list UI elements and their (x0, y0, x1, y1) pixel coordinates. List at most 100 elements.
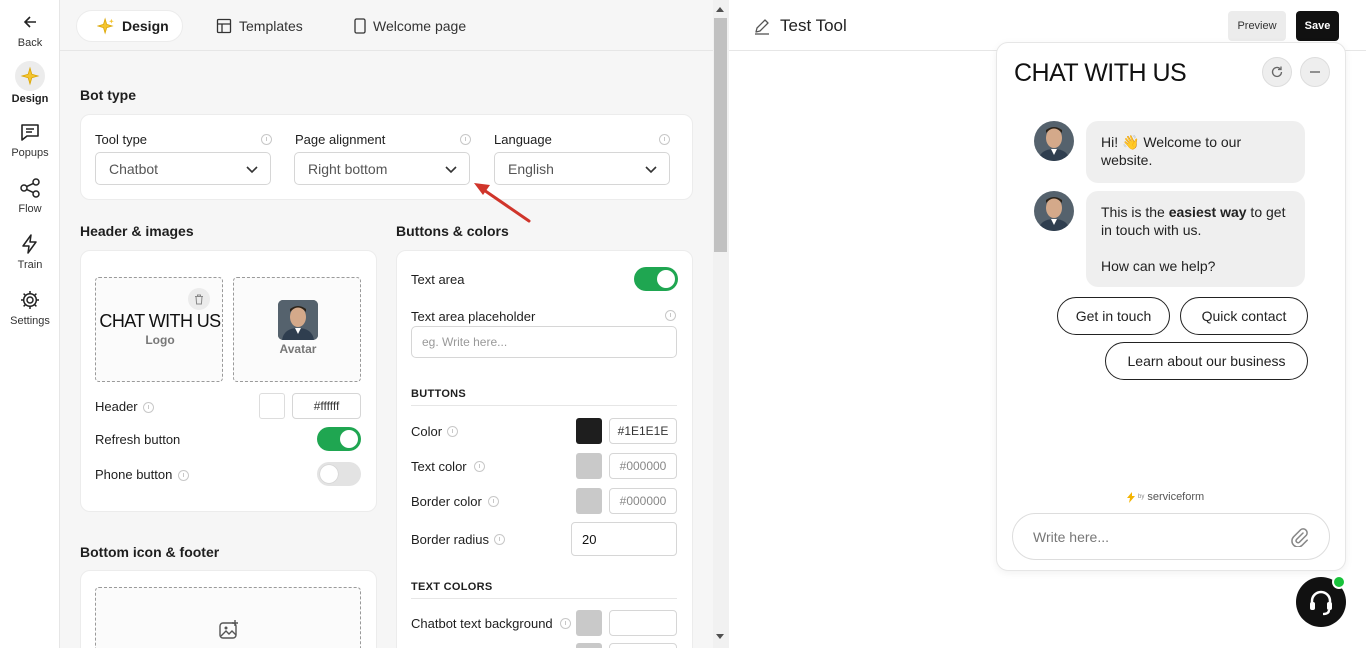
info-icon (494, 534, 505, 545)
tab-welcome-page[interactable]: Welcome page (334, 10, 486, 42)
trash-button[interactable] (188, 288, 210, 310)
scroll-down-arrow[interactable] (716, 634, 724, 639)
chip-learn-business[interactable]: Learn about our business (1105, 342, 1308, 380)
next-color-swatch[interactable] (576, 643, 602, 648)
border-color-input[interactable]: #000000 (609, 488, 677, 514)
tool-name[interactable]: Test Tool (780, 16, 847, 36)
editor-panel: Design Templates Welcome page Bot type T… (60, 0, 713, 648)
rail-item-label: Design (11, 93, 49, 105)
toggle-knob (320, 465, 338, 483)
chip-get-in-touch[interactable]: Get in touch (1057, 297, 1170, 335)
tab-design[interactable]: Design (76, 10, 183, 42)
rail-item-label: Settings (10, 315, 50, 327)
image-add-icon (218, 619, 240, 641)
text-area-label: Text area (411, 272, 465, 287)
divider (411, 405, 677, 406)
bottom-footer-title: Bottom icon & footer (80, 544, 220, 560)
placeholder-label: Text area placeholder (411, 309, 536, 324)
scroll-up-arrow[interactable] (716, 7, 724, 12)
header-color-input[interactable]: #ffffff (292, 393, 361, 419)
brand-name: serviceform (1147, 491, 1205, 503)
minus-icon (1308, 65, 1322, 79)
button-color-label: Color (411, 424, 443, 439)
border-radius-input[interactable]: 20 (571, 522, 677, 556)
bot-type-title: Bot type (80, 87, 136, 103)
share-icon (18, 176, 42, 200)
text-color-input[interactable]: #000000 (609, 453, 677, 479)
chat-widget: CHAT WITH US Hi! 👋 Welcome to our websit… (996, 42, 1346, 571)
bot-avatar (1034, 121, 1074, 161)
chat-title: CHAT WITH US (1014, 59, 1187, 87)
avatar-caption: Avatar (279, 342, 317, 356)
rail-item-popups[interactable]: Popups (0, 120, 60, 159)
refresh-button-label: Refresh button (95, 432, 181, 447)
info-icon (474, 461, 485, 472)
tool-type-select[interactable]: Chatbot (95, 152, 271, 185)
chatbot-bg-input[interactable] (609, 610, 677, 636)
rail-item-train[interactable]: Train (0, 232, 60, 271)
info-icon (460, 134, 471, 145)
page-alignment-select[interactable]: Right bottom (294, 152, 470, 185)
language-select[interactable]: English (494, 152, 670, 185)
info-icon (560, 618, 571, 629)
bot-message: This is the easiest way to get in touch … (1086, 191, 1305, 287)
message-text: This is the (1101, 204, 1169, 220)
toggle-knob (340, 430, 358, 448)
bot-type-card: Tool type Chatbot Page alignment Right b… (80, 114, 693, 200)
rail-item-settings[interactable]: Settings (0, 288, 60, 327)
pencil-icon[interactable] (753, 17, 771, 35)
bolt-icon (1127, 491, 1135, 503)
tab-label: Welcome page (373, 18, 467, 34)
text-colors-heading: TEXT COLORS (411, 581, 493, 593)
tab-templates[interactable]: Templates (196, 10, 323, 42)
info-icon (447, 426, 458, 437)
info-icon (488, 496, 499, 507)
button-color-input[interactable]: #1E1E1E (609, 418, 677, 444)
refresh-button[interactable] (1262, 57, 1292, 87)
rail-item-flow[interactable]: Flow (0, 176, 60, 215)
info-icon (665, 310, 676, 321)
next-color-input[interactable] (609, 643, 677, 648)
chevron-down-icon (645, 163, 657, 175)
rail-item-design[interactable]: Design (0, 61, 60, 105)
rail-item-label: Popups (11, 147, 49, 159)
placeholder-input[interactable]: eg. Write here... (411, 326, 677, 358)
bottom-icon-upload[interactable] (95, 587, 361, 648)
tab-label: Templates (239, 18, 303, 34)
chatbot-bg-swatch[interactable] (576, 610, 602, 636)
buttons-colors-title: Buttons & colors (396, 223, 509, 239)
chat-icon (18, 120, 42, 144)
scroll-thumb[interactable] (714, 18, 727, 252)
button-color-swatch[interactable] (576, 418, 602, 444)
header-label: Header (95, 399, 138, 414)
bot-avatar (1034, 191, 1074, 231)
powered-by-label: by (1138, 494, 1145, 500)
chat-input[interactable]: Write here... (1012, 513, 1330, 560)
logo-upload[interactable]: CHAT WITH US Logo (95, 277, 223, 382)
templates-icon (216, 18, 232, 34)
border-color-label: Border color (411, 494, 482, 509)
chatbot-bg-label: Chatbot text background (411, 616, 553, 631)
refresh-toggle[interactable] (317, 427, 361, 451)
save-button[interactable]: Save (1296, 11, 1339, 41)
text-area-toggle[interactable] (634, 267, 678, 291)
chat-input-placeholder: Write here... (1033, 528, 1109, 545)
avatar-upload[interactable]: Avatar (233, 277, 361, 382)
border-color-swatch[interactable] (576, 488, 602, 514)
chip-quick-contact[interactable]: Quick contact (1180, 297, 1308, 335)
back-button[interactable]: Back (0, 10, 60, 49)
paperclip-icon[interactable] (1289, 527, 1309, 547)
phone-toggle[interactable] (317, 462, 361, 486)
wave-emoji: 👋 (1122, 134, 1140, 150)
text-color-label: Text color (411, 459, 467, 474)
language-label: Language (494, 132, 552, 147)
editor-tabs: Design Templates Welcome page (60, 0, 713, 51)
chevron-down-icon (445, 163, 457, 175)
text-color-swatch[interactable] (576, 453, 602, 479)
buttons-colors-card: Text area Text area placeholder eg. Writ… (396, 250, 693, 648)
info-icon (659, 134, 670, 145)
minimize-button[interactable] (1300, 57, 1330, 87)
powered-by[interactable]: by serviceform (1127, 491, 1204, 503)
preview-button[interactable]: Preview (1228, 11, 1286, 41)
header-color-swatch[interactable] (259, 393, 285, 419)
